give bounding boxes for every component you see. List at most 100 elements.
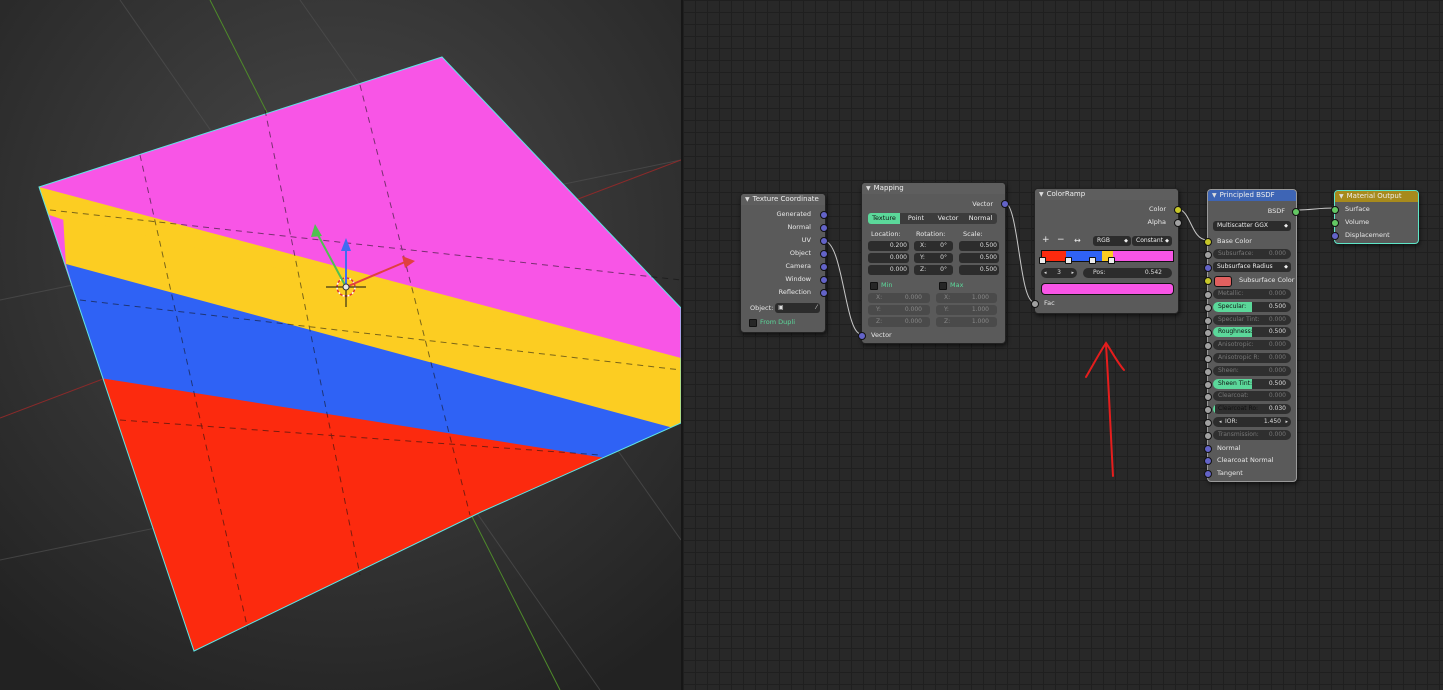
socket-object[interactable] — [820, 250, 828, 258]
socket-roughness[interactable] — [1204, 329, 1212, 338]
socket-subsurface[interactable] — [1204, 251, 1212, 259]
from-dupli-checkbox[interactable] — [749, 319, 757, 327]
socket-color-out[interactable] — [1174, 206, 1182, 214]
distribution-dropdown[interactable]: Multiscatter GGX ◆ — [1213, 221, 1291, 231]
socket-subsurface-color[interactable] — [1204, 277, 1212, 285]
socket-uv[interactable] — [820, 237, 828, 245]
socket-vector-in[interactable] — [858, 332, 866, 340]
max-checkbox[interactable] — [939, 282, 947, 290]
transmission-slider[interactable]: Transmission: 0.000 — [1213, 430, 1291, 440]
specular-tint-slider[interactable]: Specular Tint: 0.000 — [1213, 314, 1291, 325]
eyedropper-icon[interactable]: ⁄ — [816, 303, 817, 313]
scale-y[interactable]: 0.500 — [959, 253, 999, 263]
subsurface-radius-field[interactable]: Subsurface Radius ◆ — [1213, 262, 1291, 272]
socket-displacement[interactable] — [1331, 232, 1339, 240]
ior-field[interactable]: ◂ IOR: 1.450 ▸ — [1213, 417, 1291, 427]
socket-sheen[interactable] — [1204, 367, 1212, 376]
collapse-triangle-icon[interactable]: ▼ — [1212, 192, 1217, 199]
collapse-triangle-icon[interactable]: ▼ — [1039, 191, 1044, 198]
sheen-slider[interactable]: Sheen: 0.000 — [1213, 365, 1291, 376]
ramp-stop-handle[interactable] — [1065, 257, 1072, 264]
remove-stop-button[interactable]: − — [1057, 235, 1065, 246]
max-y[interactable]: Y: 1.000 — [936, 305, 997, 315]
increment-arrow-icon[interactable]: ▸ — [1071, 268, 1074, 278]
socket-surface[interactable] — [1331, 206, 1339, 214]
socket-volume[interactable] — [1331, 219, 1339, 227]
socket-normal[interactable] — [1204, 445, 1212, 453]
material-output-node[interactable]: ▼ Material Output Surface Volume Displace… — [1331, 190, 1419, 244]
location-z[interactable]: 0.000 — [868, 265, 909, 275]
socket-transmission[interactable] — [1204, 432, 1212, 440]
3d-viewport[interactable] — [0, 0, 681, 690]
active-stop-index[interactable]: ◂ 3 ▸ — [1041, 268, 1077, 278]
socket-clearcoat-roughness[interactable] — [1204, 406, 1212, 415]
interpolation-dropdown[interactable]: Constant ◆ — [1132, 236, 1172, 246]
socket-vector-out[interactable] — [1001, 200, 1009, 208]
texture-coordinate-header[interactable]: ▼ Texture Coordinate — [741, 194, 825, 205]
rotation-z[interactable]: Z: 0° — [914, 265, 953, 275]
mapping-header[interactable]: ▼ Mapping — [862, 183, 1005, 194]
anisotropic-slider[interactable]: Anisotropic: 0.000 — [1213, 340, 1291, 351]
tab-normal[interactable]: Normal — [964, 213, 997, 224]
socket-reflection[interactable] — [820, 289, 828, 297]
socket-anisotropic[interactable] — [1204, 342, 1212, 351]
colorramp-header[interactable]: ▼ ColorRamp — [1035, 189, 1178, 200]
increment-arrow-icon[interactable]: ▸ — [1285, 417, 1288, 427]
tab-vector[interactable]: Vector — [932, 213, 964, 224]
object-picker[interactable]: ▣ ⁄ — [775, 303, 820, 313]
clearcoat-roughness-slider[interactable]: Clearcoat Ro: 0.030 — [1213, 404, 1291, 415]
anisotropic-rotation-slider[interactable]: Anisotropic R: 0.000 — [1213, 353, 1291, 363]
material-output-header[interactable]: ▼ Material Output — [1335, 191, 1418, 202]
ramp-stop-handle[interactable] — [1089, 257, 1096, 264]
roughness-slider[interactable]: Roughness: 0.500 — [1213, 327, 1291, 338]
socket-base-color[interactable] — [1204, 238, 1212, 246]
mapping-node[interactable]: ▼ Mapping Vector Texture Point Vector Nor… — [858, 182, 1009, 344]
ramp-stop-handle[interactable] — [1039, 257, 1046, 264]
socket-subsurface-radius[interactable] — [1204, 264, 1212, 272]
sheen-tint-slider[interactable]: Sheen Tint: 0.500 — [1213, 378, 1291, 389]
scale-x[interactable]: 0.500 — [959, 241, 999, 251]
node-editor[interactable]: ▼ Texture Coordinate Generated Normal UV … — [683, 0, 1443, 690]
socket-bsdf-out[interactable] — [1292, 208, 1300, 216]
subsurface-color-swatch[interactable] — [1214, 276, 1232, 287]
socket-tangent[interactable] — [1204, 470, 1212, 478]
ramp-stop-handle-active[interactable] — [1108, 257, 1115, 264]
scale-z[interactable]: 0.500 — [959, 265, 999, 275]
add-stop-button[interactable]: + — [1042, 235, 1050, 246]
socket-alpha-out[interactable] — [1174, 219, 1182, 227]
decrement-arrow-icon[interactable]: ◂ — [1219, 417, 1222, 427]
socket-fac-in[interactable] — [1031, 300, 1039, 308]
colorramp-node[interactable]: ▼ ColorRamp Color Alpha + − ↔ RGB ◆ Consta… — [1031, 188, 1182, 314]
tab-point[interactable]: Point — [900, 213, 932, 224]
rotation-y[interactable]: Y: 0° — [914, 253, 953, 263]
socket-specular-tint[interactable] — [1204, 316, 1212, 325]
specular-slider[interactable]: Specular: 0.500 — [1213, 301, 1291, 312]
min-checkbox[interactable] — [870, 282, 878, 290]
stop-position-field[interactable]: Pos: 0.542 — [1083, 268, 1172, 278]
clearcoat-slider[interactable]: Clearcoat: 0.000 — [1213, 391, 1291, 402]
rotation-x[interactable]: X: 0° — [914, 241, 953, 251]
tab-texture[interactable]: Texture — [868, 213, 900, 224]
decrement-arrow-icon[interactable]: ◂ — [1044, 268, 1047, 278]
flip-ramp-button[interactable]: ↔ — [1074, 235, 1081, 246]
socket-specular[interactable] — [1204, 303, 1212, 312]
socket-clearcoat[interactable] — [1204, 393, 1212, 402]
socket-anisotropic-rotation[interactable] — [1204, 355, 1212, 363]
metallic-slider[interactable]: Metallic: 0.000 — [1213, 289, 1291, 299]
collapse-triangle-icon[interactable]: ▼ — [866, 185, 871, 192]
principled-bsdf-node[interactable]: ▼ Principled BSDF BSDF Multiscatter GGX ◆ … — [1204, 189, 1300, 482]
texture-coordinate-node[interactable]: ▼ Texture Coordinate Generated Normal UV … — [740, 193, 828, 333]
min-x[interactable]: X: 0.000 — [868, 293, 930, 303]
principled-bsdf-header[interactable]: ▼ Principled BSDF — [1208, 190, 1296, 201]
socket-ior[interactable] — [1204, 419, 1212, 427]
location-y[interactable]: 0.000 — [868, 253, 909, 263]
location-x[interactable]: 0.200 — [868, 241, 909, 251]
subsurface-slider[interactable]: Subsurface: 0.000 — [1213, 249, 1291, 259]
min-z[interactable]: Z: 0.000 — [868, 317, 930, 327]
min-y[interactable]: Y: 0.000 — [868, 305, 930, 315]
max-x[interactable]: X: 1.000 — [936, 293, 997, 303]
socket-normal[interactable] — [820, 224, 828, 232]
socket-generated[interactable] — [820, 211, 828, 219]
collapse-triangle-icon[interactable]: ▼ — [745, 196, 750, 203]
active-stop-color-swatch[interactable] — [1041, 283, 1174, 295]
